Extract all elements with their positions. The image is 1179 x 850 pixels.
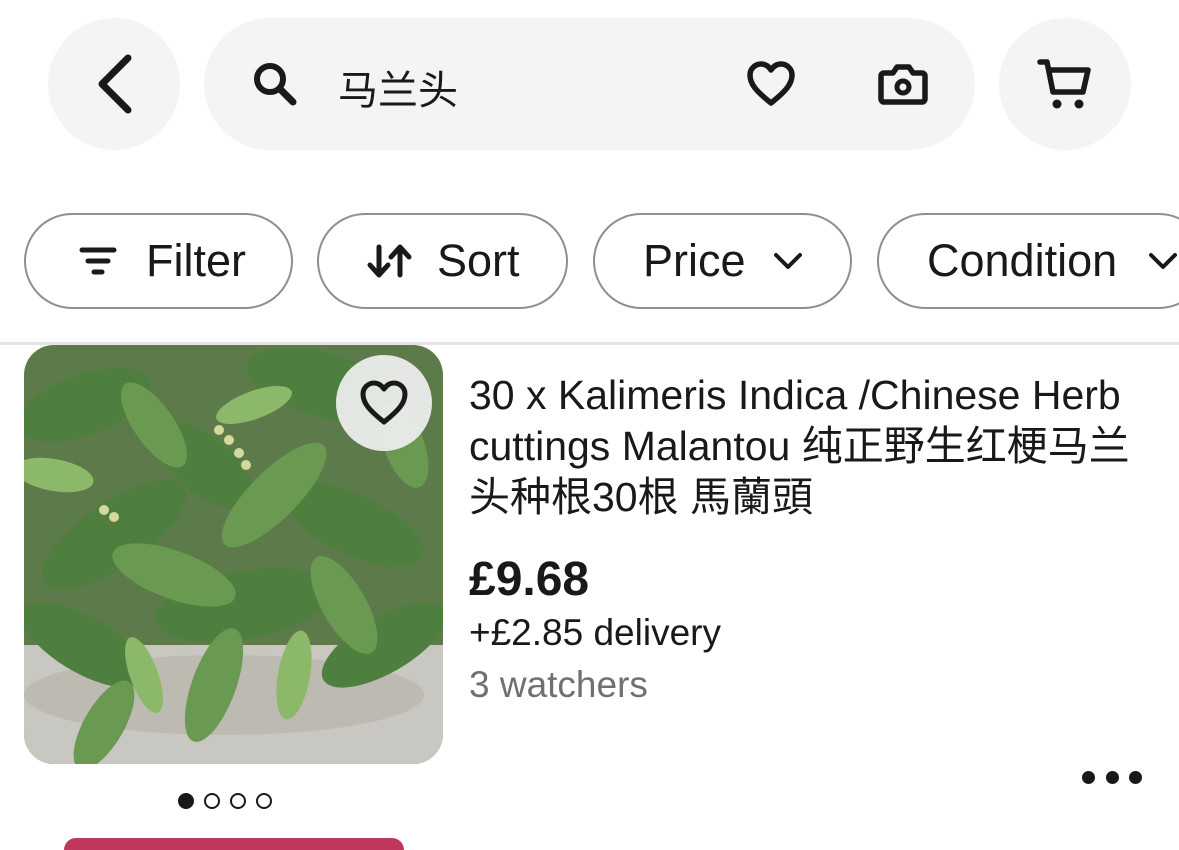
search-bar[interactable]: 马兰头 [204, 18, 975, 150]
pagination-dot [204, 793, 220, 809]
filter-button[interactable]: Filter [24, 213, 293, 309]
chevron-left-icon [98, 54, 132, 114]
sort-arrows-icon [367, 244, 412, 278]
cart-button[interactable] [999, 18, 1131, 150]
more-dot [1105, 770, 1119, 784]
price-filter-button[interactable]: Price [593, 213, 852, 309]
more-dot [1129, 770, 1142, 784]
next-listing-image [64, 838, 404, 850]
condition-filter-button[interactable]: Condition [877, 213, 1179, 309]
pagination-dot [230, 793, 246, 809]
sort-button[interactable]: Sort [317, 213, 568, 309]
watchers-count: 3 watchers [469, 664, 648, 705]
chevron-down-icon [773, 253, 802, 269]
search-icon [254, 63, 297, 106]
more-dot [1082, 770, 1095, 784]
listing-price: £9.68 [469, 553, 590, 606]
price-filter-label: Price [643, 235, 746, 286]
image-pagination [178, 793, 272, 809]
sort-label: Sort [437, 235, 520, 286]
more-options-button[interactable] [1082, 762, 1142, 792]
camera-icon[interactable] [878, 63, 928, 105]
pagination-dot [256, 793, 272, 809]
pagination-dot [178, 793, 194, 809]
cart-icon [1037, 59, 1091, 109]
condition-filter-label: Condition [927, 235, 1118, 286]
watchlist-button[interactable] [336, 355, 432, 451]
filter-label: Filter [146, 235, 246, 286]
back-button[interactable] [48, 18, 180, 150]
heart-icon[interactable] [746, 61, 796, 107]
chevron-down-icon [1149, 253, 1178, 269]
heart-icon [360, 380, 408, 425]
search-input[interactable]: 马兰头 [338, 58, 458, 116]
filter-icon [79, 247, 117, 275]
listing-title[interactable]: 30 x Kalimeris Indica /Chinese Herb cutt… [469, 370, 1159, 523]
delivery-cost: +£2.85 delivery [469, 612, 721, 653]
